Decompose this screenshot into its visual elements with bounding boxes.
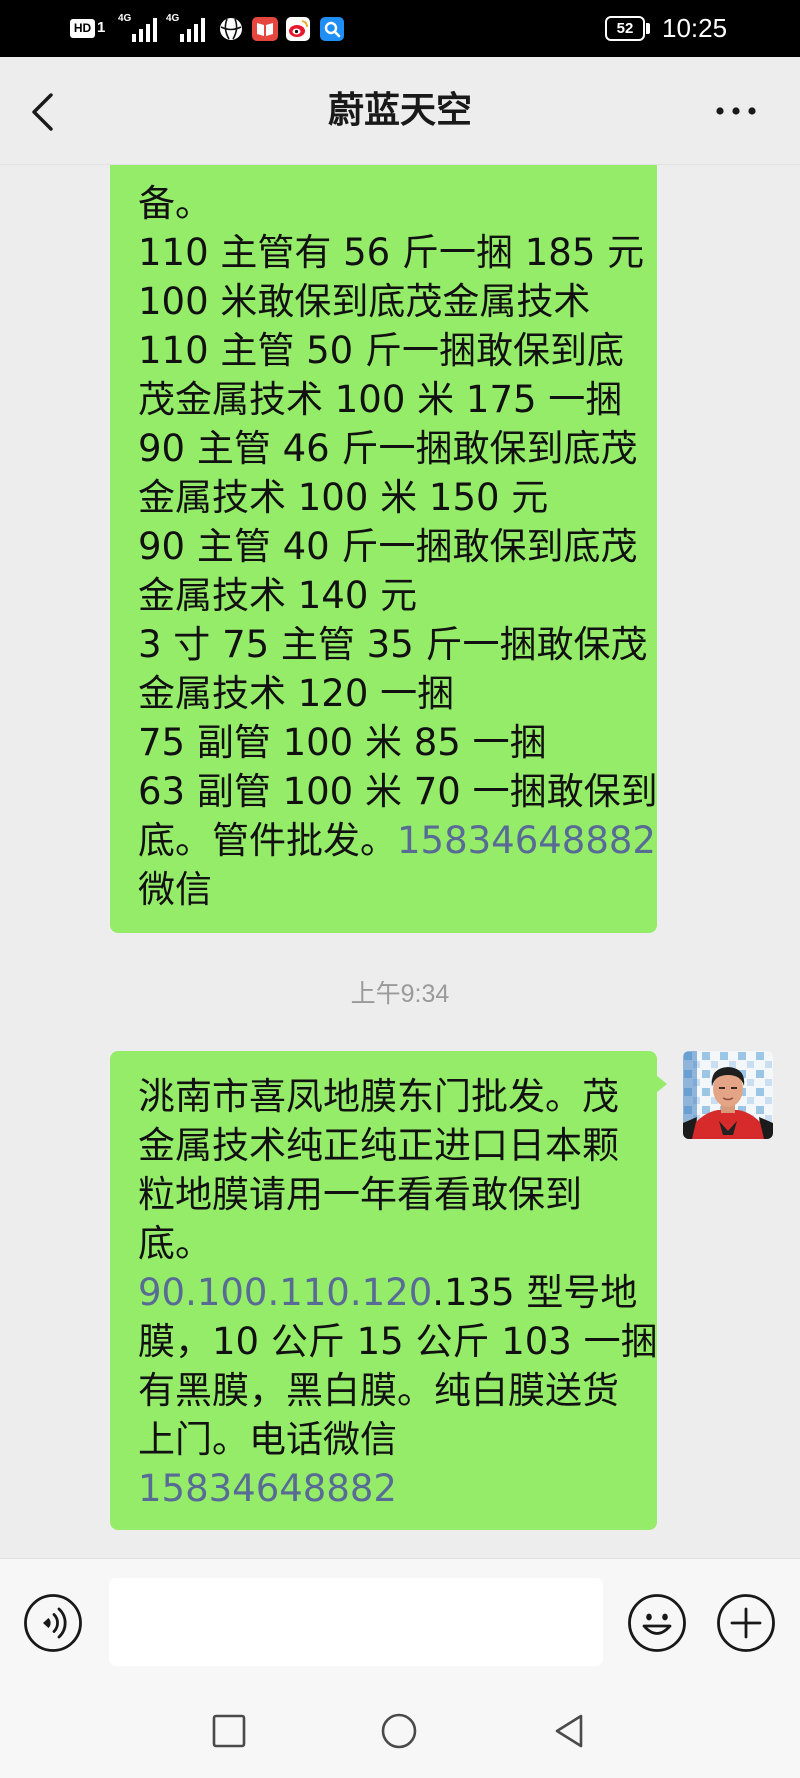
message-text: 底。 bbox=[138, 1222, 212, 1265]
message-line: 膜，10 公斤 15 公斤 103 一捆 bbox=[138, 1317, 658, 1366]
message-text: 110 主管有 56 斤一捆 185 元 bbox=[138, 231, 645, 274]
message-line: 金属技术 140 元 bbox=[138, 571, 645, 620]
signal-bars-icon bbox=[132, 18, 157, 42]
message-input-bar bbox=[0, 1558, 800, 1689]
message-line: 金属技术 120 一捆 bbox=[138, 669, 645, 718]
signal-bars-icon bbox=[180, 18, 205, 42]
message-line: 有黑膜，黑白膜。纯白膜送货 bbox=[138, 1366, 645, 1415]
red-book-app-icon bbox=[252, 17, 278, 41]
message-text: 110 主管 50 斤一捆敢保到底 bbox=[138, 329, 624, 372]
message-text: 金属技术纯正纯正进口日本颗 bbox=[138, 1124, 619, 1167]
message-line: 90 主管 46 斤一捆敢保到底茂 bbox=[138, 424, 645, 473]
message-line: 63 副管 100 米 70 一捆敢保到 bbox=[138, 767, 658, 816]
message-line: 底。管件批发。15834648882 bbox=[138, 816, 656, 865]
network-type-label: 4G bbox=[118, 13, 132, 24]
status-bar: HD 1 4G 4G 52 10:25 bbox=[0, 0, 800, 57]
phone-number-link[interactable]: 15834648882 bbox=[138, 1467, 397, 1510]
square-recent-apps-icon bbox=[212, 1714, 246, 1748]
message-line: 15834648882 bbox=[138, 1464, 645, 1513]
message-input[interactable] bbox=[109, 1578, 603, 1666]
sent-message-bubble[interactable]: 洮南市喜凤地膜东门批发。茂 金属技术纯正纯正进口日本颗 粒地膜请用一年看看敢保到… bbox=[110, 1051, 667, 1530]
number-link[interactable]: 90.100.110.120 bbox=[138, 1271, 432, 1314]
weibo-app-icon bbox=[286, 17, 310, 41]
message-line: 底。 bbox=[138, 1219, 645, 1268]
message-text: 金属技术 140 元 bbox=[138, 574, 418, 617]
message-list[interactable]: 备。 110 主管有 56 斤一捆 185 元 100 米敢保到底茂金属技术 1… bbox=[0, 165, 800, 1558]
user-avatar[interactable] bbox=[683, 1051, 773, 1139]
sim-slot-label: 1 bbox=[97, 19, 106, 36]
message-text: 3 寸 75 主管 35 斤一捆敢保茂 bbox=[138, 623, 648, 666]
voice-icon bbox=[24, 1594, 82, 1652]
message-line: 金属技术纯正纯正进口日本颗 bbox=[138, 1121, 645, 1170]
message-line: 备。 bbox=[138, 179, 645, 228]
battery-nub bbox=[646, 23, 650, 34]
message-timestamp: 上午9:34 bbox=[350, 980, 450, 1008]
message-text: 茂金属技术 100 米 175 一捆 bbox=[138, 378, 623, 421]
back-button[interactable] bbox=[26, 89, 60, 135]
search-app-icon bbox=[320, 17, 344, 41]
ball-app-icon bbox=[220, 18, 242, 40]
message-text: 金属技术 100 米 150 元 bbox=[138, 476, 549, 519]
message-text: 75 副管 100 米 85 一捆 bbox=[138, 721, 547, 764]
sent-message-bubble[interactable]: 备。 110 主管有 56 斤一捆 185 元 100 米敢保到底茂金属技术 1… bbox=[110, 165, 658, 933]
clock: 10:25 bbox=[662, 13, 728, 43]
message-text: 上门。电话微信 bbox=[138, 1418, 397, 1461]
more-dots-icon bbox=[716, 107, 756, 115]
battery-indicator: 52 bbox=[605, 16, 645, 41]
message-line: 3 寸 75 主管 35 斤一捆敢保茂 bbox=[138, 620, 648, 669]
message-line: 粒地膜请用一年看看敢保到 bbox=[138, 1170, 645, 1219]
message-text: 100 米敢保到底茂金属技术 bbox=[138, 280, 591, 323]
triangle-back-icon bbox=[555, 1714, 583, 1748]
back-nav-button[interactable] bbox=[549, 1711, 589, 1751]
message-line: 110 主管有 56 斤一捆 185 元 bbox=[138, 228, 645, 277]
emoji-icon bbox=[628, 1594, 686, 1652]
plus-icon bbox=[717, 1594, 775, 1652]
more-functions-button[interactable] bbox=[716, 1593, 776, 1653]
message-text: 微信 bbox=[138, 868, 212, 911]
message-line: 上门。电话微信 bbox=[138, 1415, 645, 1464]
message-text: 洮南市喜凤地膜东门批发。茂 bbox=[138, 1075, 619, 1118]
voice-input-button[interactable] bbox=[23, 1593, 83, 1653]
message-line: 洮南市喜凤地膜东门批发。茂 bbox=[138, 1072, 645, 1121]
network-type-label: 4G bbox=[166, 13, 180, 24]
message-text: 膜，10 公斤 15 公斤 103 一捆 bbox=[138, 1320, 658, 1363]
message-text: .135 型号地 bbox=[432, 1271, 638, 1314]
message-text: 底。管件批发。 bbox=[138, 819, 397, 862]
message-line: 90 主管 40 斤一捆敢保到底茂 bbox=[138, 522, 645, 571]
emoji-button[interactable] bbox=[627, 1593, 687, 1653]
more-options-button[interactable] bbox=[710, 97, 762, 125]
battery-level: 52 bbox=[616, 20, 634, 37]
message-line: 微信 bbox=[138, 865, 645, 914]
message-text: 有黑膜，黑白膜。纯白膜送货 bbox=[138, 1369, 619, 1412]
message-line: 金属技术 100 米 150 元 bbox=[138, 473, 645, 522]
message-line: 100 米敢保到底茂金属技术 bbox=[138, 277, 645, 326]
home-button[interactable] bbox=[379, 1711, 419, 1751]
bubble-tail bbox=[656, 1075, 667, 1093]
message-text: 备。 bbox=[138, 182, 212, 225]
recent-apps-button[interactable] bbox=[209, 1711, 249, 1751]
message-line: 90.100.110.120.135 型号地 bbox=[138, 1268, 645, 1317]
circle-home-icon bbox=[381, 1713, 417, 1749]
message-text: 粒地膜请用一年看看敢保到 bbox=[138, 1173, 582, 1216]
chat-header: 蔚蓝天空 bbox=[0, 57, 800, 165]
message-text: 63 副管 100 米 70 一捆敢保到 bbox=[138, 770, 658, 813]
message-text: 金属技术 120 一捆 bbox=[138, 672, 455, 715]
chat-title: 蔚蓝天空 bbox=[327, 90, 472, 131]
hd-voice-badge: HD bbox=[70, 19, 95, 38]
message-text: 90 主管 40 斤一捆敢保到底茂 bbox=[138, 525, 638, 568]
signal-strength-1: 4G bbox=[118, 13, 162, 43]
message-line: 110 主管 50 斤一捆敢保到底 bbox=[138, 326, 645, 375]
system-navigation-bar bbox=[0, 1689, 800, 1778]
message-text: 90 主管 46 斤一捆敢保到底茂 bbox=[138, 427, 638, 470]
signal-strength-2: 4G bbox=[166, 13, 210, 43]
message-line: 75 副管 100 米 85 一捆 bbox=[138, 718, 645, 767]
message-line: 茂金属技术 100 米 175 一捆 bbox=[138, 375, 645, 424]
avatar-photo bbox=[683, 1051, 773, 1139]
phone-number-link[interactable]: 15834648882 bbox=[397, 819, 656, 862]
chevron-left-icon bbox=[32, 93, 53, 131]
